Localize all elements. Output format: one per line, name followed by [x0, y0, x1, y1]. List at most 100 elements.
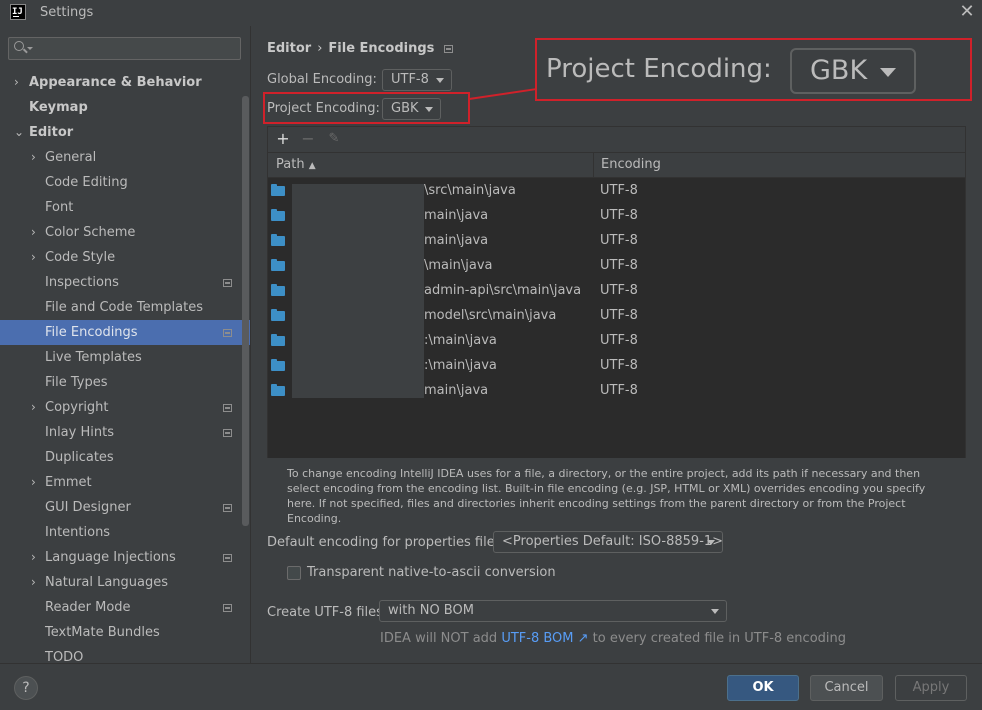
sidebar-scrollbar[interactable] — [242, 96, 249, 526]
chevron-down-icon — [711, 609, 719, 614]
project-encoding-callout: Project Encoding: GBK — [535, 38, 972, 101]
apply-button[interactable]: Apply — [895, 675, 967, 701]
sidebar-item[interactable]: GUI Designer — [0, 495, 250, 520]
sidebar-item[interactable]: Keymap — [0, 95, 250, 120]
table-toolbar: + − ✎ — [268, 127, 965, 152]
create-utf8-select[interactable]: with NO BOM — [379, 600, 727, 622]
global-encoding-select[interactable]: UTF-8 — [382, 69, 452, 91]
sidebar-item-label: Appearance & Behavior — [29, 75, 202, 90]
callout-select: GBK — [790, 48, 916, 94]
chevron-right-icon[interactable]: › — [14, 70, 19, 95]
sidebar-item[interactable]: Intentions — [0, 520, 250, 545]
dialog-footer: ? OK Cancel Apply — [0, 663, 982, 710]
chevron-down-icon — [707, 540, 715, 545]
sidebar-item-label: Keymap — [29, 100, 88, 115]
sidebar-item[interactable]: Inspections — [0, 270, 250, 295]
chevron-right-icon[interactable]: › — [31, 570, 36, 595]
sidebar-item[interactable]: › General — [0, 145, 250, 170]
row-path: main\java — [424, 233, 489, 248]
sidebar-item[interactable]: File Encodings — [0, 320, 250, 345]
chevron-right-icon[interactable]: › — [31, 145, 36, 170]
chevron-down-icon[interactable]: ⌄ — [14, 120, 24, 145]
project-scope-icon — [223, 604, 232, 612]
sidebar-item-label: Editor — [29, 125, 74, 140]
row-encoding[interactable]: UTF-8 — [600, 303, 638, 328]
chevron-down-icon — [880, 68, 896, 77]
transparent-ascii-checkbox[interactable] — [287, 566, 301, 580]
sidebar-item[interactable]: Font — [0, 195, 250, 220]
column-separator — [593, 152, 594, 178]
sidebar-item[interactable]: TODO — [0, 645, 250, 663]
project-scope-icon — [223, 329, 232, 337]
sidebar-item[interactable]: › Code Style — [0, 245, 250, 270]
properties-encoding-value: <Properties Default: ISO-8859-1> — [502, 534, 724, 549]
sidebar-item-label: File Types — [45, 375, 108, 390]
sidebar-item[interactable]: ⌄ Editor — [0, 120, 250, 145]
chevron-right-icon[interactable]: › — [31, 395, 36, 420]
folder-icon — [271, 384, 285, 396]
sidebar-item[interactable]: File Types — [0, 370, 250, 395]
project-scope-icon — [223, 554, 232, 562]
main-panel: Editor › File Encodings Global Encoding: U… — [251, 26, 982, 663]
search-dropdown-icon[interactable] — [27, 47, 33, 50]
edit-icon[interactable]: ✎ — [325, 129, 343, 149]
row-encoding[interactable]: UTF-8 — [600, 253, 638, 278]
row-encoding[interactable]: UTF-8 — [600, 328, 638, 353]
project-scope-icon — [444, 44, 454, 53]
sidebar-item[interactable]: Live Templates — [0, 345, 250, 370]
search-input[interactable] — [8, 37, 241, 60]
sidebar-item-label: Inlay Hints — [45, 425, 114, 440]
sidebar-item[interactable]: › Appearance & Behavior — [0, 70, 250, 95]
encoding-help-text: To change encoding IntelliJ IDEA uses fo… — [287, 467, 926, 525]
breadcrumb-separator: › — [317, 41, 323, 56]
sidebar-item-label: Code Style — [45, 250, 116, 265]
row-encoding[interactable]: UTF-8 — [600, 278, 638, 303]
sidebar-item[interactable]: Duplicates — [0, 445, 250, 470]
search-icon — [14, 41, 24, 51]
sidebar-item[interactable]: › Copyright — [0, 395, 250, 420]
sidebar-item[interactable]: Inlay Hints — [0, 420, 250, 445]
sidebar-item-label: Natural Languages — [45, 575, 169, 590]
sidebar-item[interactable]: TextMate Bundles — [0, 620, 250, 645]
table-header: Path ▲ Encoding — [268, 152, 965, 178]
sidebar-item[interactable]: › Language Injections — [0, 545, 250, 570]
breadcrumb-current: File Encodings — [328, 41, 435, 56]
column-path[interactable]: Path ▲ — [276, 153, 316, 177]
chevron-right-icon[interactable]: › — [31, 545, 36, 570]
row-path: admin-api\src\main\java — [424, 283, 582, 298]
sidebar-item-label: Inspections — [45, 275, 119, 290]
chevron-right-icon[interactable]: › — [31, 245, 36, 270]
row-encoding[interactable]: UTF-8 — [600, 378, 638, 403]
sidebar-item[interactable]: Code Editing — [0, 170, 250, 195]
column-encoding[interactable]: Encoding — [601, 153, 661, 177]
sidebar-item-label: General — [45, 150, 97, 165]
transparent-ascii-label[interactable]: Transparent native-to-ascii conversion — [307, 565, 556, 580]
chevron-right-icon[interactable]: › — [31, 470, 36, 495]
breadcrumb: Editor › File Encodings — [267, 41, 454, 56]
sidebar-item-label: Font — [45, 200, 74, 215]
cancel-button[interactable]: Cancel — [810, 675, 883, 701]
utf8-bom-link[interactable]: UTF-8 BOM ↗ — [501, 631, 588, 646]
remove-icon[interactable]: − — [299, 129, 317, 149]
row-encoding[interactable]: UTF-8 — [600, 178, 638, 203]
row-path: main\java — [424, 208, 489, 223]
sidebar-item-label: File and Code Templates — [45, 300, 203, 315]
close-icon[interactable]: ✕ — [958, 2, 976, 22]
sidebar-item-label: Emmet — [45, 475, 92, 490]
sidebar-item[interactable]: › Emmet — [0, 470, 250, 495]
sidebar-item-label: Code Editing — [45, 175, 128, 190]
breadcrumb-parent[interactable]: Editor — [267, 41, 311, 56]
sidebar-item[interactable]: Reader Mode — [0, 595, 250, 620]
row-path: main\java — [424, 383, 489, 398]
properties-encoding-select[interactable]: <Properties Default: ISO-8859-1> — [493, 531, 723, 553]
sidebar-item[interactable]: File and Code Templates — [0, 295, 250, 320]
sidebar-item[interactable]: › Color Scheme — [0, 220, 250, 245]
ok-button[interactable]: OK — [727, 675, 799, 701]
row-encoding[interactable]: UTF-8 — [600, 353, 638, 378]
row-encoding[interactable]: UTF-8 — [600, 228, 638, 253]
add-icon[interactable]: + — [274, 129, 292, 149]
row-encoding[interactable]: UTF-8 — [600, 203, 638, 228]
sidebar-item[interactable]: › Natural Languages — [0, 570, 250, 595]
chevron-right-icon[interactable]: › — [31, 220, 36, 245]
help-button[interactable]: ? — [14, 676, 38, 700]
